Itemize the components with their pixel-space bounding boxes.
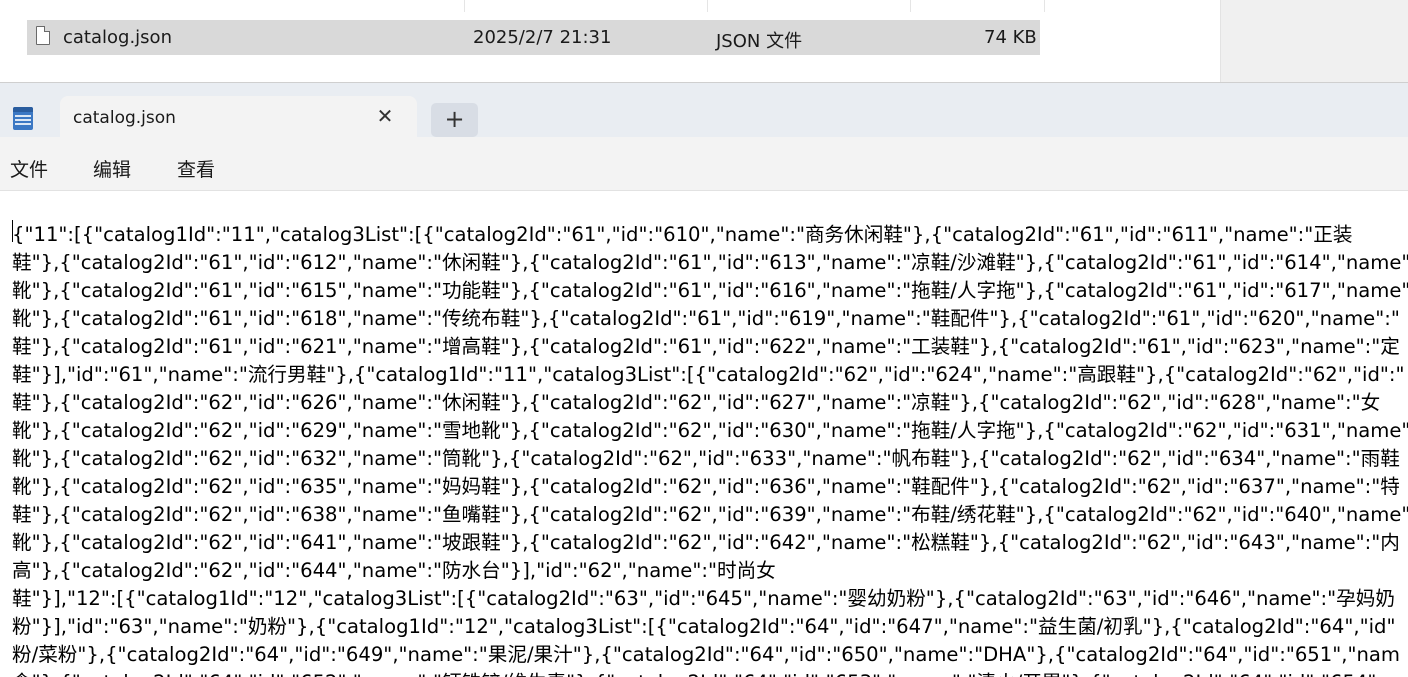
notepad-app-icon bbox=[13, 107, 33, 130]
editor-text-line: 鞋"}],"12":[{"catalog1Id":"12","catalog3L… bbox=[12, 587, 1395, 610]
new-tab-button[interactable]: + bbox=[431, 103, 478, 137]
editor-text-line: 靴"},{"catalog2Id":"62","id":"629","name"… bbox=[12, 419, 1408, 442]
close-tab-icon[interactable]: ✕ bbox=[373, 105, 397, 129]
editor-text-line: 鞋"}],"id":"61","name":"流行男鞋"},{"catalog1… bbox=[12, 363, 1405, 386]
menu-edit[interactable]: 编辑 bbox=[93, 155, 131, 182]
editor-text-line: 靴"},{"catalog2Id":"61","id":"618","name"… bbox=[12, 307, 1400, 330]
column-divider[interactable] bbox=[707, 0, 708, 12]
editor-text-line: 食"},{"catalog2Id":"64","id":"652","name"… bbox=[12, 666, 1376, 677]
menu-view[interactable]: 查看 bbox=[177, 155, 215, 182]
editor-text-line: {"11":[{"catalog1Id":"11","catalog3List"… bbox=[12, 223, 1353, 246]
title-bar[interactable]: catalog.json ✕ + bbox=[0, 83, 1408, 138]
file-size: 74 KB bbox=[984, 27, 1037, 48]
editor-text-line: 鞋"},{"catalog2Id":"61","id":"621","name"… bbox=[12, 335, 1400, 358]
column-divider[interactable] bbox=[1044, 0, 1045, 12]
editor-text-line: 鞋"},{"catalog2Id":"62","id":"638","name"… bbox=[12, 503, 1408, 526]
editor-text-line: 粉/菜粉"},{"catalog2Id":"64","id":"649","na… bbox=[12, 643, 1401, 666]
file-icon bbox=[36, 26, 50, 45]
menu-bar: 文件 编辑 查看 bbox=[0, 138, 1408, 191]
file-modified-date: 2025/2/7 21:31 bbox=[473, 27, 612, 48]
editor-text-line: 靴"},{"catalog2Id":"62","id":"635","name"… bbox=[12, 475, 1400, 498]
file-list-pane: catalog.json 2025/2/7 21:31 JSON 文件 74 K… bbox=[0, 0, 1221, 82]
tab-title: catalog.json bbox=[73, 108, 176, 128]
file-name: catalog.json bbox=[63, 27, 172, 48]
menu-file[interactable]: 文件 bbox=[10, 155, 48, 182]
column-divider[interactable] bbox=[910, 0, 911, 12]
file-type: JSON 文件 bbox=[716, 31, 803, 52]
column-divider[interactable] bbox=[464, 0, 465, 12]
editor-text-line: 粉"}],"id":"63","name":"奶粉"},{"catalog1Id… bbox=[12, 615, 1396, 638]
editor-text-line: 鞋"},{"catalog2Id":"62","id":"626","name"… bbox=[12, 391, 1381, 414]
editor-text-line: 高"},{"catalog2Id":"62","id":"644","name"… bbox=[12, 559, 776, 582]
tab-catalog-json[interactable]: catalog.json ✕ bbox=[60, 96, 417, 138]
text-editor-area[interactable]: {"11":[{"catalog1Id":"11","catalog3List"… bbox=[0, 191, 1408, 677]
file-explorer-window: catalog.json 2025/2/7 21:31 JSON 文件 74 K… bbox=[0, 0, 1408, 82]
editor-text-line: 靴"},{"catalog2Id":"62","id":"641","name"… bbox=[12, 531, 1400, 554]
editor-text-line: 靴"},{"catalog2Id":"62","id":"632","name"… bbox=[12, 447, 1400, 470]
notepad-window: catalog.json ✕ + 文件 编辑 查看 {"11":[{"catal… bbox=[0, 82, 1408, 677]
editor-text-line: 鞋"},{"catalog2Id":"61","id":"612","name"… bbox=[12, 251, 1408, 274]
file-row-catalog-json[interactable]: catalog.json 2025/2/7 21:31 JSON 文件 74 K… bbox=[27, 20, 1040, 55]
editor-text-line: 靴"},{"catalog2Id":"61","id":"615","name"… bbox=[12, 279, 1408, 302]
